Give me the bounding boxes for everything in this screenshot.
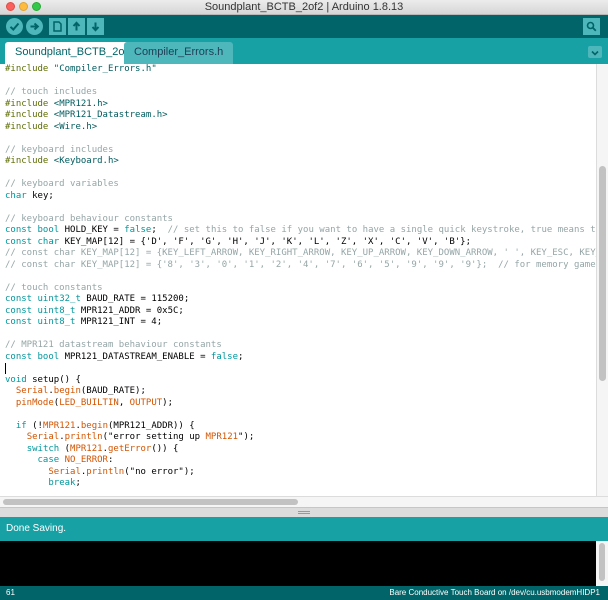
code-line: const uint8_t MPR121_INT = 4; [5, 317, 163, 327]
code-line: const bool HOLD_KEY = false; // set this… [5, 225, 596, 235]
code-line: #include <Wire.h> [5, 121, 98, 132]
status-message: Done Saving. [6, 523, 67, 534]
code-line: #include <Keyboard.h> [5, 156, 119, 166]
code-line: char key; [5, 190, 54, 201]
code-line [5, 363, 596, 375]
board-info: Bare Conductive Touch Board on /dev/cu.u… [389, 588, 600, 597]
status-bar: Done Saving. [0, 517, 608, 541]
code-editor[interactable]: #include "Compiler_Errors.h"​// touch in… [0, 64, 596, 496]
code-line: ​ [5, 133, 596, 145]
panel-divider[interactable] [0, 507, 608, 517]
code-line: // touch includes [5, 87, 98, 97]
upload-button[interactable] [26, 18, 43, 35]
magnifier-icon [586, 21, 597, 32]
save-button[interactable] [87, 18, 104, 35]
editor-horizontal-scrollbar[interactable] [0, 496, 608, 507]
code-line: ​ [5, 76, 596, 88]
code-line: ​ [5, 202, 596, 214]
code-line: if (!MPR121.begin(MPR121_ADDR)) { [15, 420, 195, 431]
editor-vertical-scrollbar[interactable] [596, 64, 608, 496]
code-line: // const char KEY_MAP[12] = {'8', '3', '… [5, 259, 596, 270]
vertical-scroll-thumb[interactable] [599, 166, 606, 381]
code-line: // keyboard behaviour constants [5, 213, 173, 224]
code-line: // keyboard includes [5, 144, 114, 155]
open-button[interactable] [68, 18, 85, 35]
new-button[interactable] [49, 18, 66, 35]
code-line: switch (MPR121.getError()) { [26, 443, 179, 454]
code-line: ​ [5, 409, 596, 421]
footer-bar: 61 Bare Conductive Touch Board on /dev/c… [0, 586, 608, 600]
serial-monitor-button[interactable] [583, 18, 600, 35]
console-scrollbar[interactable] [596, 541, 608, 586]
tab-menu-button[interactable] [588, 46, 602, 58]
code-line: ​ [5, 168, 596, 180]
code-line: break; [48, 478, 81, 488]
code-line: Serial.begin(BAUD_RATE); [15, 386, 146, 396]
window-title: Soundplant_BCTB_2of2 | Arduino 1.8.13 [204, 1, 404, 13]
code-line: // const char KEY_MAP[12] = {KEY_LEFT_AR… [5, 248, 596, 258]
code-line: pinMode(LED_BUILTIN, OUTPUT); [15, 397, 174, 408]
horizontal-scroll-thumb[interactable] [3, 499, 298, 505]
code-line: const bool MPR121_DATASTREAM_ENABLE = fa… [5, 351, 244, 362]
code-line: void setup() { [5, 374, 81, 385]
code-line: #include <MPR121_Datastream.h> [5, 110, 168, 120]
drag-handle-icon [298, 511, 310, 512]
code-line: // touch constants [5, 282, 103, 293]
code-line: Serial.println("error setting up MPR121"… [26, 432, 255, 442]
code-line: #include "Compiler_Errors.h" [5, 64, 157, 74]
code-line: const uint32_t BAUD_RATE = 115200; [5, 294, 190, 304]
tab-soundplant[interactable]: Soundplant_BCTB_2of2 [5, 42, 144, 64]
code-line: Serial.println("no error"); [48, 466, 195, 477]
arrow-up-icon [72, 21, 81, 31]
chevron-down-icon [591, 50, 599, 56]
code-line: case NO_ERROR: [37, 455, 114, 465]
code-line: const uint8_t MPR121_ADDR = 0x5C; [5, 305, 184, 316]
code-line: // MPR121 datastream behaviour constants [5, 340, 222, 350]
line-number: 61 [6, 588, 15, 597]
verify-button[interactable] [6, 18, 23, 35]
new-file-icon [53, 21, 62, 32]
code-line: ​ [5, 271, 596, 283]
tab-compiler-errors[interactable]: Compiler_Errors.h [124, 42, 234, 64]
code-line: const char KEY_MAP[12] = {'D', 'F', 'G',… [5, 236, 472, 247]
text-caret [5, 363, 6, 374]
checkmark-icon [9, 22, 20, 31]
code-line: ​ [5, 329, 596, 341]
arrow-down-icon [91, 22, 100, 32]
code-line: #include <MPR121.h> [5, 98, 108, 109]
title-bar: Soundplant_BCTB_2of2 | Arduino 1.8.13 [0, 0, 608, 15]
arrow-right-icon [30, 22, 40, 31]
console-scroll-thumb[interactable] [599, 543, 605, 581]
console-output[interactable] [0, 541, 608, 586]
tab-bar: Soundplant_BCTB_2of2 Compiler_Errors.h [0, 38, 608, 64]
toolbar [0, 15, 608, 38]
code-text: #include "Compiler_Errors.h"​// touch in… [5, 64, 596, 490]
code-line: // keyboard variables [5, 179, 119, 189]
